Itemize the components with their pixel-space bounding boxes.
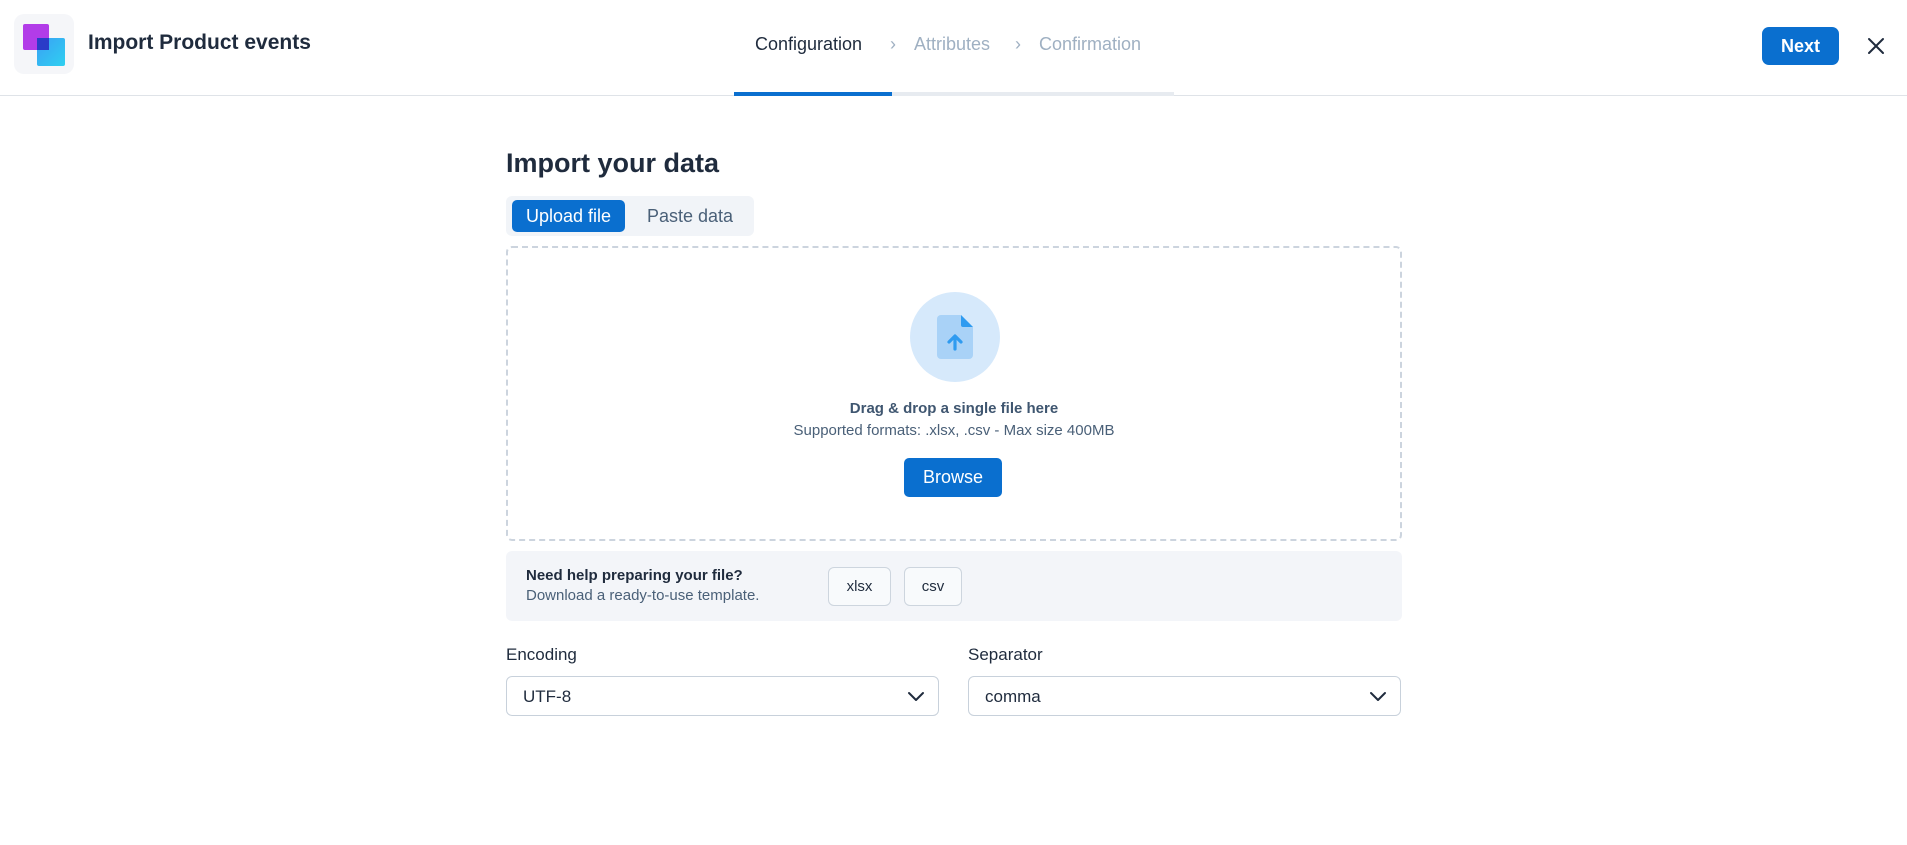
template-help-box: Need help preparing your file? Download … xyxy=(506,551,1402,621)
stepper: Configuration › Attributes › Confirmatio… xyxy=(734,0,1174,96)
step-configuration[interactable]: Configuration xyxy=(755,34,862,55)
file-dropzone[interactable]: Drag & drop a single file here Supported… xyxy=(506,246,1402,541)
help-title: Need help preparing your file? xyxy=(526,567,743,584)
section-title: Import your data xyxy=(506,148,720,178)
step-confirmation[interactable]: Confirmation xyxy=(1039,34,1141,55)
separator-select[interactable]: comma xyxy=(968,676,1401,716)
separator-label: Separator xyxy=(968,645,1043,664)
encoding-value: UTF-8 xyxy=(523,687,572,706)
tab-upload-file[interactable]: Upload file xyxy=(512,200,625,232)
step-progress-fill xyxy=(734,92,893,96)
app-logo-icon xyxy=(14,14,74,74)
separator-value: comma xyxy=(985,687,1041,706)
top-bar: Import Product events Configuration › At… xyxy=(0,0,1907,96)
chevron-down-icon xyxy=(1370,692,1386,701)
step-progress-track xyxy=(734,92,1174,96)
encoding-label: Encoding xyxy=(506,645,577,664)
next-button[interactable]: Next xyxy=(1762,27,1839,65)
encoding-select[interactable]: UTF-8 xyxy=(506,676,939,716)
import-mode-tabs: Upload file Paste data xyxy=(506,196,754,236)
step-attributes[interactable]: Attributes xyxy=(914,34,990,55)
chevron-right-icon: › xyxy=(890,34,896,54)
help-subtitle: Download a ready-to-use template. xyxy=(526,587,760,604)
close-icon[interactable] xyxy=(1860,30,1892,62)
csv-template-button[interactable]: csv xyxy=(904,567,962,606)
dropzone-title: Drag & drop a single file here xyxy=(849,400,1059,417)
tab-paste-data[interactable]: Paste data xyxy=(634,200,746,232)
chevron-right-icon: › xyxy=(1015,34,1021,54)
chevron-down-icon xyxy=(908,692,924,701)
file-upload-icon xyxy=(910,292,1000,382)
page-title: Import Product events xyxy=(88,31,311,54)
xlsx-template-button[interactable]: xlsx xyxy=(828,567,891,606)
browse-button[interactable]: Browse xyxy=(904,458,1002,497)
dropzone-subtitle: Supported formats: .xlsx, .csv - Max siz… xyxy=(793,422,1115,439)
